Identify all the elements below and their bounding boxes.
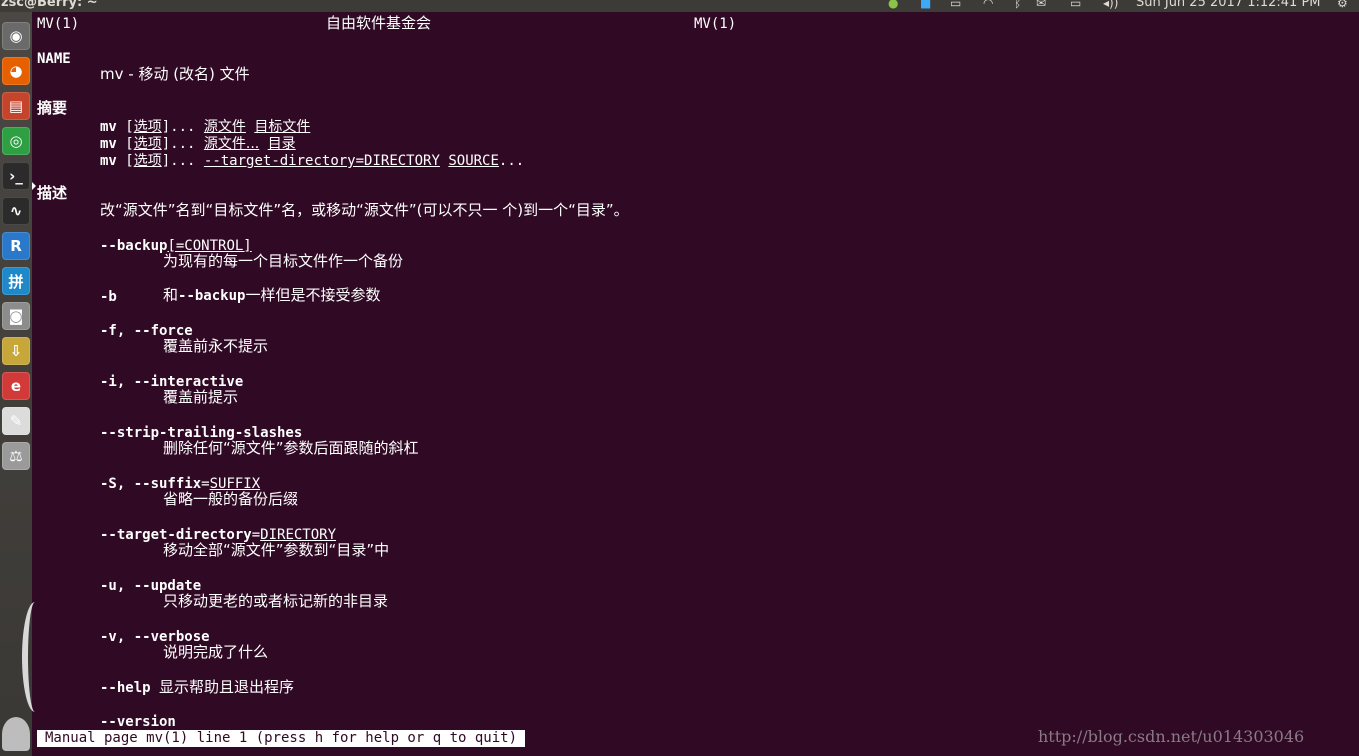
mail-icon[interactable]: ✉ bbox=[1036, 0, 1046, 10]
option-desc-part: 和 bbox=[163, 286, 179, 304]
synopsis-option: 选项 bbox=[133, 136, 162, 152]
option-flag: --help bbox=[100, 680, 151, 696]
volume-icon[interactable]: ◂)) bbox=[1103, 0, 1118, 10]
name-heading: NAME bbox=[37, 51, 71, 67]
synopsis-option: 选项 bbox=[133, 153, 162, 169]
option-force-desc: 覆盖前永不提示 bbox=[163, 337, 269, 355]
option-flag: --backup bbox=[178, 288, 246, 304]
synopsis-cmd: mv bbox=[100, 119, 117, 135]
trash-icon[interactable] bbox=[2, 717, 30, 751]
firefox-icon[interactable]: ◕ bbox=[2, 57, 30, 85]
file-manager-icon[interactable]: ▤ bbox=[2, 92, 30, 120]
synopsis-target-file: 目标文件 bbox=[254, 119, 311, 135]
archive-icon[interactable]: ⇩ bbox=[2, 337, 30, 365]
input-method-icon[interactable]: ■ bbox=[920, 0, 931, 10]
terminal-icon[interactable]: ›_ bbox=[2, 162, 30, 190]
system-monitor-icon[interactable]: ∿ bbox=[2, 197, 30, 225]
synopsis-line-3: mv [选项]... --target-directory=DIRECTORY … bbox=[100, 153, 524, 170]
dash-home-icon[interactable]: ◉ bbox=[2, 22, 30, 50]
terminal-window[interactable]: MV(1) 自由软件基金会 MV(1) NAME mv - 移动 (改名) 文件… bbox=[37, 15, 1359, 756]
pager-status-bar: Manual page mv(1) line 1 (press h for he… bbox=[37, 730, 526, 747]
settings-icon[interactable]: ⚖ bbox=[2, 442, 30, 470]
watermark: http://blog.csdn.net/u014303046 bbox=[1038, 727, 1305, 746]
option-strip-desc: 删除任何“源文件”参数后面跟随的斜杠 bbox=[163, 439, 419, 457]
synopsis-source-dots: 源文件... bbox=[203, 136, 260, 152]
option-flag: --backup bbox=[100, 238, 168, 254]
header-left: MV(1) bbox=[37, 16, 80, 32]
option-backup-desc: 为现有的每一个目标文件作一个备份 bbox=[163, 252, 404, 270]
bracket-close: ]... bbox=[161, 119, 196, 135]
option-desc-part: 一样但是不接受参数 bbox=[245, 286, 381, 304]
text-editor-icon[interactable]: ✎ bbox=[2, 407, 30, 435]
clock[interactable]: Sun Jun 25 2017 1:12:41 PM bbox=[1136, 0, 1321, 10]
top-panel: zsc@Berry: ~ ● ■ ▭ ◠ ᛒ ✉ ▭ ◂)) Sun Jun 2… bbox=[0, 0, 1359, 12]
synopsis-option: 选项 bbox=[133, 119, 162, 135]
active-app-arrow-icon bbox=[32, 182, 36, 190]
wifi-icon[interactable]: ◠ bbox=[983, 0, 993, 10]
option-version: --version bbox=[100, 714, 176, 730]
header-right: MV(1) bbox=[694, 16, 737, 32]
synopsis-line-2: mv [选项]... 源文件... 目录 bbox=[100, 136, 296, 153]
bracket-open: [ bbox=[125, 136, 134, 152]
synopsis-directory: 目录 bbox=[267, 136, 296, 152]
synopsis-source-upper: SOURCE bbox=[448, 153, 499, 169]
launcher: ◉ ◕ ▤ ◎ ›_ ∿ R 拼 ◙ ⇩ e ✎ ⚖ bbox=[0, 12, 36, 756]
synopsis-cmd: mv bbox=[100, 153, 117, 169]
option-help: --help 显示帮助且退出程序 bbox=[100, 679, 294, 697]
keyboard-icon[interactable]: ▭ bbox=[950, 0, 961, 10]
option-update-desc: 只移动更老的或者标记新的非目录 bbox=[163, 592, 389, 610]
chat-icon[interactable]: ● bbox=[888, 0, 898, 10]
synopsis-target-dir-opt: --target-directory=DIRECTORY bbox=[203, 153, 440, 169]
option-help-desc: 显示帮助且退出程序 bbox=[159, 678, 295, 696]
option-interactive-desc: 覆盖前提示 bbox=[163, 388, 239, 406]
input-settings-icon[interactable]: 拼 bbox=[2, 267, 30, 295]
description-text: 改“源文件”名到“目标文件”名，或移动“源文件”(可以不只一 个)到一个“目录”… bbox=[100, 201, 629, 219]
synopsis-cmd: mv bbox=[100, 136, 117, 152]
window-title: zsc@Berry: ~ bbox=[1, 0, 98, 10]
gear-icon[interactable]: ⚙ bbox=[1337, 0, 1348, 10]
battery-icon[interactable]: ▭ bbox=[1070, 0, 1081, 10]
bracket-close: ]... bbox=[161, 153, 196, 169]
r-app-icon[interactable]: R bbox=[2, 232, 30, 260]
bracket-open: [ bbox=[125, 119, 134, 135]
screenshot-icon[interactable]: ◙ bbox=[2, 302, 30, 330]
synopsis-heading: 摘要 bbox=[37, 99, 68, 117]
bluetooth-icon[interactable]: ᛒ bbox=[1014, 0, 1021, 10]
synopsis-dots: ... bbox=[498, 153, 525, 169]
header-center: 自由软件基金会 bbox=[326, 14, 432, 32]
chrome-icon[interactable]: ◎ bbox=[2, 127, 30, 155]
option-suffix-desc: 省略一般的备份后缀 bbox=[163, 490, 299, 508]
synopsis-source: 源文件 bbox=[203, 119, 246, 135]
name-line: mv - 移动 (改名) 文件 bbox=[100, 65, 250, 83]
option-b: -b bbox=[100, 289, 117, 305]
synopsis-line-1: mv [选项]... 源文件 目标文件 bbox=[100, 119, 310, 136]
option-verbose-desc: 说明完成了什么 bbox=[163, 643, 269, 661]
bracket-close: ]... bbox=[161, 136, 196, 152]
option-target-directory-desc: 移动全部“源文件”参数到“目录”中 bbox=[163, 541, 390, 559]
option-b-desc: 和--backup一样但是不接受参数 bbox=[163, 287, 380, 305]
bracket-open: [ bbox=[125, 153, 134, 169]
pdf-reader-icon[interactable]: e bbox=[2, 372, 30, 400]
description-heading: 描述 bbox=[37, 184, 68, 202]
